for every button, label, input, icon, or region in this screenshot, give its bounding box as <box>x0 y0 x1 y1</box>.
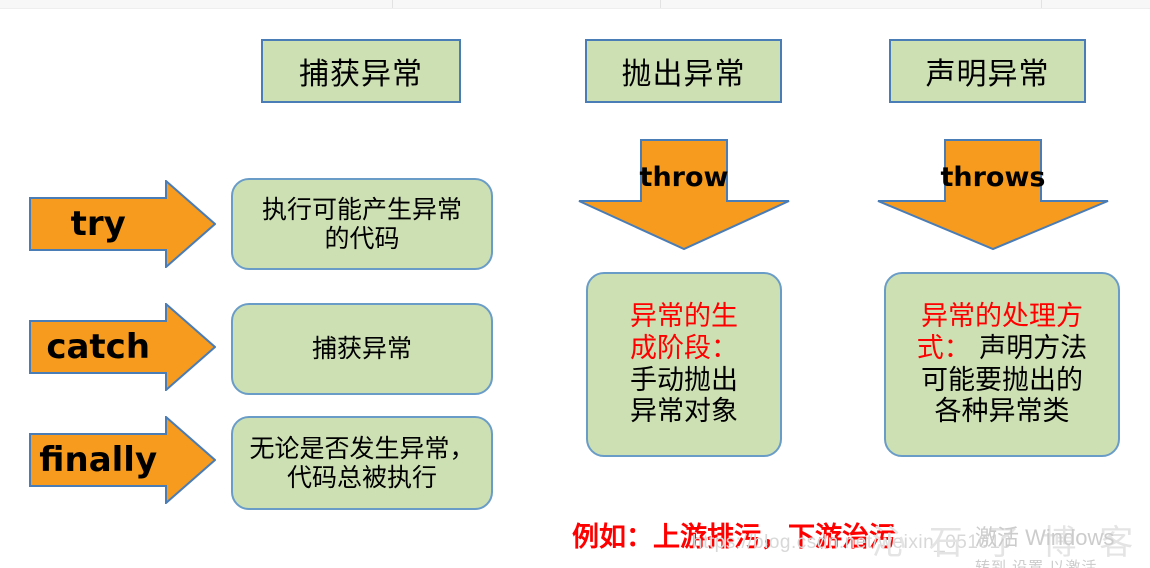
top-strip <box>0 0 1150 9</box>
header-label-catch: 捕获异常 <box>299 57 423 92</box>
header-box-throw: 抛出异常 <box>585 39 782 103</box>
arrow-throws-shape <box>877 139 1109 251</box>
info-box-throw: 异常的生 成阶段： 手动抛出 异常对象 <box>586 272 782 457</box>
info-box-throws: 异常的处理方 式： 声明方法 可能要抛出的 各种异常类 <box>884 272 1120 457</box>
arrow-catch: catch <box>29 303 216 391</box>
arrow-throw: throw <box>578 139 790 251</box>
header-box-catch: 捕获异常 <box>261 39 461 103</box>
header-box-throws: 声明异常 <box>889 39 1086 103</box>
desc-box-finally: 无论是否发生异常， 代码总被执行 <box>231 416 493 510</box>
info-throw-red: 异常的生 成阶段： <box>630 300 738 364</box>
windows-activation-line1: 激活 Windows <box>975 525 1115 550</box>
info-throw-black: 手动抛出 异常对象 <box>630 364 738 428</box>
slide-canvas: 捕获异常 抛出异常 声明异常 try catch finally 执行可能产生异… <box>0 0 1150 568</box>
header-label-throws: 声明异常 <box>925 57 1050 92</box>
desc-finally-text: 无论是否发生异常， 代码总被执行 <box>249 433 475 493</box>
arrow-finally-shape <box>29 416 216 504</box>
arrow-finally: finally <box>29 416 216 504</box>
arrow-try-shape <box>29 180 216 268</box>
header-label-throw: 抛出异常 <box>621 57 746 92</box>
windows-activation-line2: 转到 设置 以激活 <box>975 559 1098 568</box>
desc-box-catch: 捕获异常 <box>231 303 493 395</box>
windows-activation-watermark: 激活 Windows 转到 设置 以激活 <box>975 520 1114 568</box>
arrow-catch-shape <box>29 303 216 391</box>
arrow-try: try <box>29 180 216 268</box>
arrow-throws: throws <box>877 139 1109 251</box>
arrow-throw-shape <box>578 139 790 251</box>
desc-catch-text: 捕获异常 <box>311 334 412 364</box>
desc-box-try: 执行可能产生异常 的代码 <box>231 178 493 270</box>
desc-try-text: 执行可能产生异常 的代码 <box>261 194 462 254</box>
